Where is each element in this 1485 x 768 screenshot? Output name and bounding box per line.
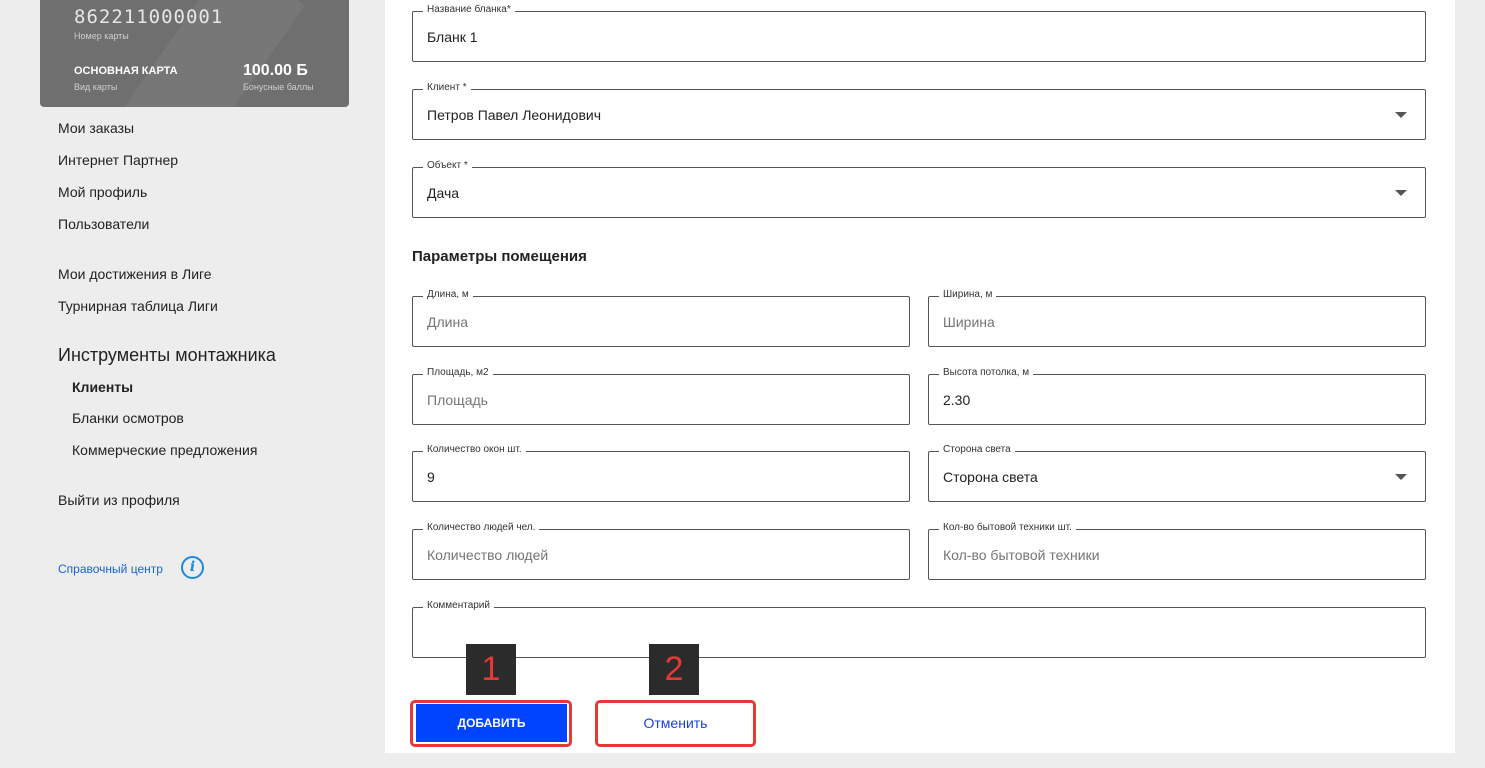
appliances-count-input[interactable]: Кол-во бытовой техники шт. Кол-во бытово… xyxy=(928,522,1426,580)
object-value: Дача xyxy=(427,184,460,201)
ceiling-height-value: 2.30 xyxy=(943,391,971,408)
comment-label: Комментарий xyxy=(423,600,494,611)
client-value: Петров Павел Леонидович xyxy=(427,106,602,123)
sidebar-link-orders[interactable]: Мои заказы xyxy=(58,120,134,136)
card-bonus: 100.00 Б xyxy=(243,62,308,79)
appliances-count-placeholder: Кол-во бытовой техники xyxy=(943,546,1100,563)
sidebar-link-profile[interactable]: Мой профиль xyxy=(58,184,147,200)
people-count-placeholder: Количество людей xyxy=(427,546,549,563)
card-bonus-label: Бонусные баллы xyxy=(243,82,314,92)
appliances-count-label: Кол-во бытовой техники шт. xyxy=(939,522,1076,533)
windows-count-label: Количество окон шт. xyxy=(423,444,526,455)
sidebar-section-tools: Инструменты монтажника xyxy=(58,345,276,365)
area-label: Площадь, м2 xyxy=(423,367,493,378)
ceiling-height-input[interactable]: Высота потолка, м 2.30 xyxy=(928,367,1426,425)
sidebar-link-league-achievements[interactable]: Мои достижения в Лиге xyxy=(58,266,212,282)
length-placeholder: Длина xyxy=(427,313,468,330)
width-label: Ширина, м xyxy=(939,289,997,300)
chevron-down-icon[interactable] xyxy=(1395,473,1407,480)
area-input[interactable]: Площадь, м2 Площадь xyxy=(412,367,910,425)
form-name-field[interactable]: Название бланка* Бланк 1 xyxy=(412,4,1426,62)
people-count-input[interactable]: Количество людей чел. Количество людей xyxy=(412,522,910,580)
sidebar-link-league-table[interactable]: Турнирная таблица Лиги xyxy=(58,298,218,314)
card-number: 862211000001 xyxy=(74,6,224,28)
add-button[interactable]: ДОБАВИТЬ xyxy=(416,704,567,742)
form-name-value: Бланк 1 xyxy=(427,28,478,45)
card-type: ОСНОВНАЯ КАРТА xyxy=(74,65,178,77)
sidebar-item-clients[interactable]: Клиенты xyxy=(72,379,133,395)
windows-count-value: 9 xyxy=(427,468,435,485)
cardinal-side-value: Сторона света xyxy=(943,468,1038,485)
annotation-marker-2: 2 xyxy=(649,644,699,695)
room-params-title: Параметры помещения xyxy=(412,248,587,265)
sidebar-link-internet-partner[interactable]: Интернет Партнер xyxy=(58,152,178,168)
form-panel: Название бланка* Бланк 1 Клиент * Петров… xyxy=(385,0,1455,753)
object-label: Объект * xyxy=(423,160,472,171)
chevron-down-icon[interactable] xyxy=(1395,189,1407,196)
cardinal-side-label: Сторона света xyxy=(939,444,1015,455)
cancel-button[interactable]: Отменить xyxy=(600,704,751,742)
card-type-label: Вид карты xyxy=(74,82,118,92)
client-label: Клиент * xyxy=(423,82,471,93)
windows-count-input[interactable]: Количество окон шт. 9 xyxy=(412,444,910,502)
cardinal-side-select[interactable]: Сторона света Сторона света xyxy=(928,444,1426,502)
area-placeholder: Площадь xyxy=(427,391,488,408)
sidebar-link-users[interactable]: Пользователи xyxy=(58,216,149,232)
chevron-down-icon[interactable] xyxy=(1395,111,1407,118)
width-input[interactable]: Ширина, м Ширина xyxy=(928,289,1426,347)
length-input[interactable]: Длина, м Длина xyxy=(412,289,910,347)
help-center-link[interactable]: Справочный центр xyxy=(58,562,163,576)
form-name-label: Название бланка* xyxy=(423,4,515,15)
card-number-label: Номер карты xyxy=(74,31,129,41)
width-placeholder: Ширина xyxy=(943,313,995,330)
client-select[interactable]: Клиент * Петров Павел Леонидович xyxy=(412,82,1426,140)
object-select[interactable]: Объект * Дача xyxy=(412,160,1426,218)
people-count-label: Количество людей чел. xyxy=(423,522,540,533)
sidebar-link-logout[interactable]: Выйти из профиля xyxy=(58,492,180,508)
length-label: Длина, м xyxy=(423,289,473,300)
loyalty-card: 862211000001 Номер карты ОСНОВНАЯ КАРТА … xyxy=(40,0,349,107)
comment-textarea[interactable]: Комментарий xyxy=(412,600,1426,658)
info-icon[interactable]: i xyxy=(181,556,204,579)
sidebar-item-commercial-offers[interactable]: Коммерческие предложения xyxy=(72,442,257,458)
ceiling-height-label: Высота потолка, м xyxy=(939,367,1034,378)
sidebar-item-inspection-forms[interactable]: Бланки осмотров xyxy=(72,410,184,426)
annotation-marker-1: 1 xyxy=(466,644,516,695)
